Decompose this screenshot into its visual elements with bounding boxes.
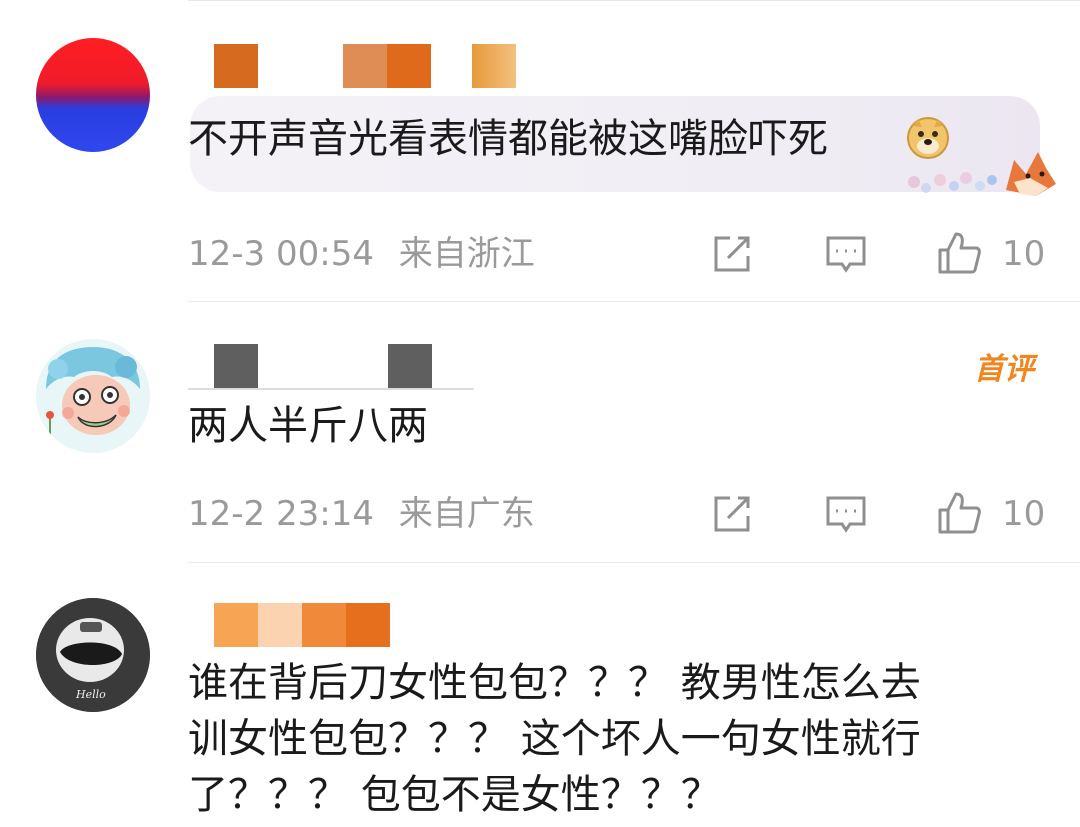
thumbs-up-icon[interactable] xyxy=(936,230,982,276)
comment-time: 12-3 00:54 xyxy=(188,234,374,274)
fox-flower-bubble-decoration xyxy=(908,152,1056,196)
comment-location: 来自广东 xyxy=(398,494,535,534)
share-icon[interactable] xyxy=(710,232,754,276)
cartoon-avatar-icon xyxy=(36,339,150,453)
avatar[interactable] xyxy=(36,339,150,453)
comment-text-line: 训女性包包？？？ 这个坏人一句女性就行 xyxy=(188,716,921,762)
comment-location: 来自浙江 xyxy=(398,234,535,274)
comment-meta: 12-3 00:54 来自浙江 xyxy=(188,234,535,274)
first-comment-badge: 首评 xyxy=(974,352,1034,387)
comment-meta: 12-2 23:14 来自广东 xyxy=(188,494,535,534)
thumbs-up-icon[interactable] xyxy=(936,490,982,536)
avatar[interactable] xyxy=(36,38,150,152)
helmet-avatar-icon: Hello xyxy=(36,598,150,712)
comment-icon[interactable] xyxy=(824,232,868,276)
comment-item: 不开声音光看表情都能被这嘴脸吓死 12-3 00:54 来自浙江 10 xyxy=(0,0,1080,300)
svg-text:Hello: Hello xyxy=(75,688,106,701)
comment-time: 12-2 23:14 xyxy=(188,494,374,534)
like-count: 10 xyxy=(1002,494,1046,534)
comment-icon[interactable] xyxy=(824,492,868,536)
like-count: 10 xyxy=(1002,234,1046,274)
username-mosaic[interactable] xyxy=(188,44,528,88)
comment-text: 两人半斤八两 xyxy=(188,403,428,449)
avatar[interactable]: Hello xyxy=(36,598,150,712)
comment-text-line: 谁在背后刀女性包包？？？ 教男性怎么去 xyxy=(188,660,921,706)
username-mosaic[interactable] xyxy=(188,603,408,647)
comment-text: 不开声音光看表情都能被这嘴脸吓死 xyxy=(188,116,828,162)
comment-text-line: 了？？？ 包包不是女性？？？ xyxy=(188,772,721,818)
comment-item: 首评 两人半斤八两 12-2 23:14 来自广东 10 xyxy=(0,302,1080,564)
share-icon[interactable] xyxy=(710,492,754,536)
comment-item: Hello 谁在背后刀女性包包？？？ 教男性怎么去 训女性包包？？？ 这个坏人一… xyxy=(0,563,1080,827)
username-mosaic[interactable] xyxy=(188,344,488,390)
